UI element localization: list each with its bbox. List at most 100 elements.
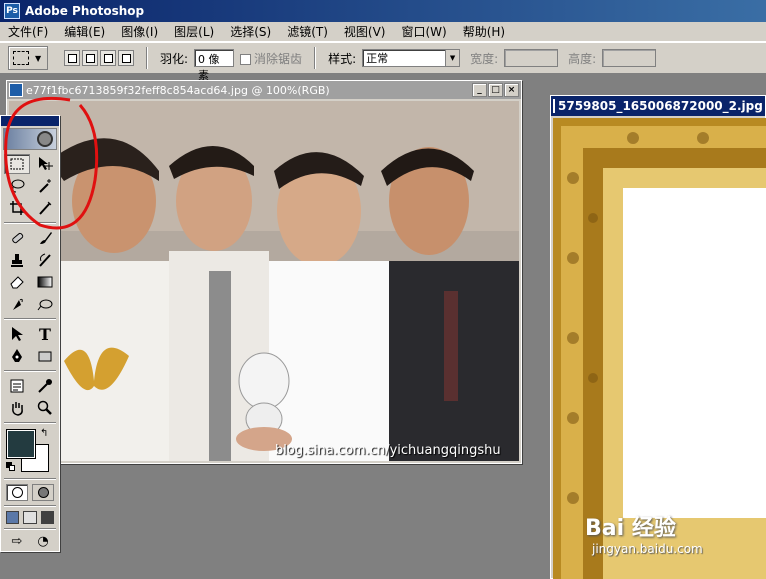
zoom-icon bbox=[37, 400, 52, 415]
menu-bar: 文件(F) 编辑(E) 图像(I) 图层(L) 选择(S) 滤镜(T) 视图(V… bbox=[0, 22, 766, 42]
path-selection-tool[interactable] bbox=[4, 324, 30, 344]
document-window-frame[interactable]: 5759805_165006872000_2.jpg @ 5 bbox=[550, 95, 766, 579]
clone-stamp-tool[interactable] bbox=[4, 250, 30, 270]
hand-tool[interactable] bbox=[4, 398, 30, 418]
menu-image[interactable]: 图像(I) bbox=[113, 22, 166, 42]
magic-wand-tool[interactable] bbox=[32, 176, 58, 196]
divider bbox=[4, 370, 56, 372]
standard-mode-button[interactable] bbox=[6, 484, 28, 501]
full-screen-button[interactable] bbox=[40, 511, 54, 524]
divider bbox=[4, 222, 56, 224]
move-icon bbox=[39, 157, 53, 170]
menu-view[interactable]: 视图(V) bbox=[336, 22, 394, 42]
jump-to-group: ⇨ ◔ bbox=[1, 532, 59, 553]
slice-tool[interactable] bbox=[32, 198, 58, 218]
toolbox-logo[interactable] bbox=[3, 128, 57, 150]
photoshop-doc-icon bbox=[9, 83, 23, 97]
style-select[interactable]: 正常 ▼ bbox=[362, 49, 461, 67]
intersect-selection-button[interactable] bbox=[118, 50, 134, 66]
type-tool[interactable]: T bbox=[32, 324, 58, 344]
lasso-tool[interactable] bbox=[4, 176, 30, 196]
divider bbox=[314, 47, 317, 69]
document-title: e77f1fbc6713859f32feff8c854acd64.jpg @ 1… bbox=[26, 83, 330, 97]
document-title-bar[interactable]: e77f1fbc6713859f32feff8c854acd64.jpg @ 1… bbox=[7, 81, 521, 99]
slice-icon bbox=[39, 201, 52, 215]
jump-to-imageready-icon[interactable]: ⇨ bbox=[6, 534, 28, 551]
tool-preset-picker[interactable]: ▼ bbox=[8, 46, 48, 70]
eraser-tool[interactable] bbox=[4, 272, 30, 292]
tool-grid-vector: T bbox=[1, 322, 59, 368]
brush-icon bbox=[40, 232, 52, 244]
antialias-checkbox[interactable]: 消除锯齿 bbox=[240, 50, 302, 67]
blur-icon bbox=[13, 298, 23, 310]
menu-layer[interactable]: 图层(L) bbox=[166, 22, 222, 42]
gradient-tool[interactable] bbox=[32, 272, 58, 292]
quick-mask-button[interactable] bbox=[32, 484, 54, 501]
document-window-photo[interactable]: e77f1fbc6713859f32feff8c854acd64.jpg @ 1… bbox=[6, 80, 522, 464]
dodge-tool[interactable] bbox=[32, 294, 58, 314]
swap-colors-icon[interactable]: ↰ bbox=[40, 428, 48, 439]
eyedropper-tool[interactable] bbox=[32, 376, 58, 396]
move-tool[interactable] bbox=[32, 154, 58, 174]
magic-wand-icon bbox=[39, 179, 51, 193]
crop-tool[interactable] bbox=[4, 198, 30, 218]
options-bar: ▼ 羽化: 0 像素 消除锯齿 样式: 正常 ▼ 宽度: 高度: bbox=[0, 42, 766, 82]
foreground-color[interactable] bbox=[7, 430, 35, 458]
hand-icon bbox=[12, 402, 23, 416]
divider bbox=[4, 528, 56, 530]
blur-tool[interactable] bbox=[4, 294, 30, 314]
menu-file[interactable]: 文件(F) bbox=[0, 22, 56, 42]
full-screen-menu-button[interactable] bbox=[23, 511, 37, 524]
marquee-icon bbox=[10, 158, 24, 170]
menu-edit[interactable]: 编辑(E) bbox=[56, 22, 113, 42]
default-colors-icon[interactable] bbox=[6, 462, 15, 471]
imageready-icon[interactable]: ◔ bbox=[32, 534, 54, 551]
history-brush-tool[interactable] bbox=[32, 250, 58, 270]
zoom-tool[interactable] bbox=[32, 398, 58, 418]
marquee-tool[interactable] bbox=[4, 154, 30, 174]
photo-canvas[interactable]: blog.sina.com.cn/yichuangqingshu bbox=[9, 101, 519, 461]
pen-tool[interactable] bbox=[4, 346, 30, 366]
mask-mode-group bbox=[1, 482, 59, 503]
gradient-icon bbox=[37, 276, 53, 288]
notes-tool[interactable] bbox=[4, 376, 30, 396]
healing-brush-tool[interactable] bbox=[4, 228, 30, 248]
app-title-bar: Ps Adobe Photoshop bbox=[0, 0, 766, 22]
feather-input[interactable]: 0 像素 bbox=[194, 49, 235, 82]
rectangle-tool[interactable] bbox=[32, 346, 58, 366]
subtract-selection-button[interactable] bbox=[100, 50, 116, 66]
menu-filter[interactable]: 滤镜(T) bbox=[279, 22, 336, 42]
clone-stamp-icon bbox=[11, 254, 23, 267]
maximize-button[interactable]: □ bbox=[488, 83, 503, 97]
menu-select[interactable]: 选择(S) bbox=[222, 22, 279, 42]
toolbox-title-bar[interactable] bbox=[1, 116, 59, 126]
standard-screen-button[interactable] bbox=[6, 511, 20, 524]
eraser-icon bbox=[10, 276, 24, 289]
chevron-down-icon: ▼ bbox=[445, 50, 460, 66]
close-button[interactable]: × bbox=[504, 83, 519, 97]
color-swatches: ↰ bbox=[4, 428, 56, 474]
divider bbox=[4, 478, 56, 480]
add-selection-button[interactable] bbox=[82, 50, 98, 66]
width-input[interactable] bbox=[504, 49, 559, 67]
minimize-button[interactable]: _ bbox=[472, 83, 487, 97]
photo-watermark: blog.sina.com.cn/yichuangqingshu bbox=[275, 443, 501, 458]
height-input[interactable] bbox=[602, 49, 657, 67]
document-title: 5759805_165006872000_2.jpg @ 5 bbox=[558, 99, 765, 113]
baidu-logo: Bai 经验 bbox=[585, 516, 676, 541]
height-label: 高度: bbox=[568, 51, 597, 66]
chevron-down-icon: ▼ bbox=[35, 53, 42, 63]
menu-window[interactable]: 窗口(W) bbox=[393, 22, 454, 42]
photoshop-icon[interactable]: Ps bbox=[4, 3, 20, 19]
selection-mode-group bbox=[64, 50, 134, 66]
style-value: 正常 bbox=[366, 52, 389, 65]
menu-help[interactable]: 帮助(H) bbox=[455, 22, 513, 42]
tool-grid-nav bbox=[1, 374, 59, 420]
baidu-url: jingyan.baidu.com bbox=[592, 542, 703, 556]
new-selection-button[interactable] bbox=[64, 50, 80, 66]
document-title-bar[interactable]: 5759805_165006872000_2.jpg @ 5 bbox=[551, 96, 765, 116]
dodge-icon bbox=[37, 299, 53, 311]
brush-tool[interactable] bbox=[32, 228, 58, 248]
type-icon: T bbox=[39, 324, 51, 344]
healing-brush-icon bbox=[12, 232, 24, 244]
